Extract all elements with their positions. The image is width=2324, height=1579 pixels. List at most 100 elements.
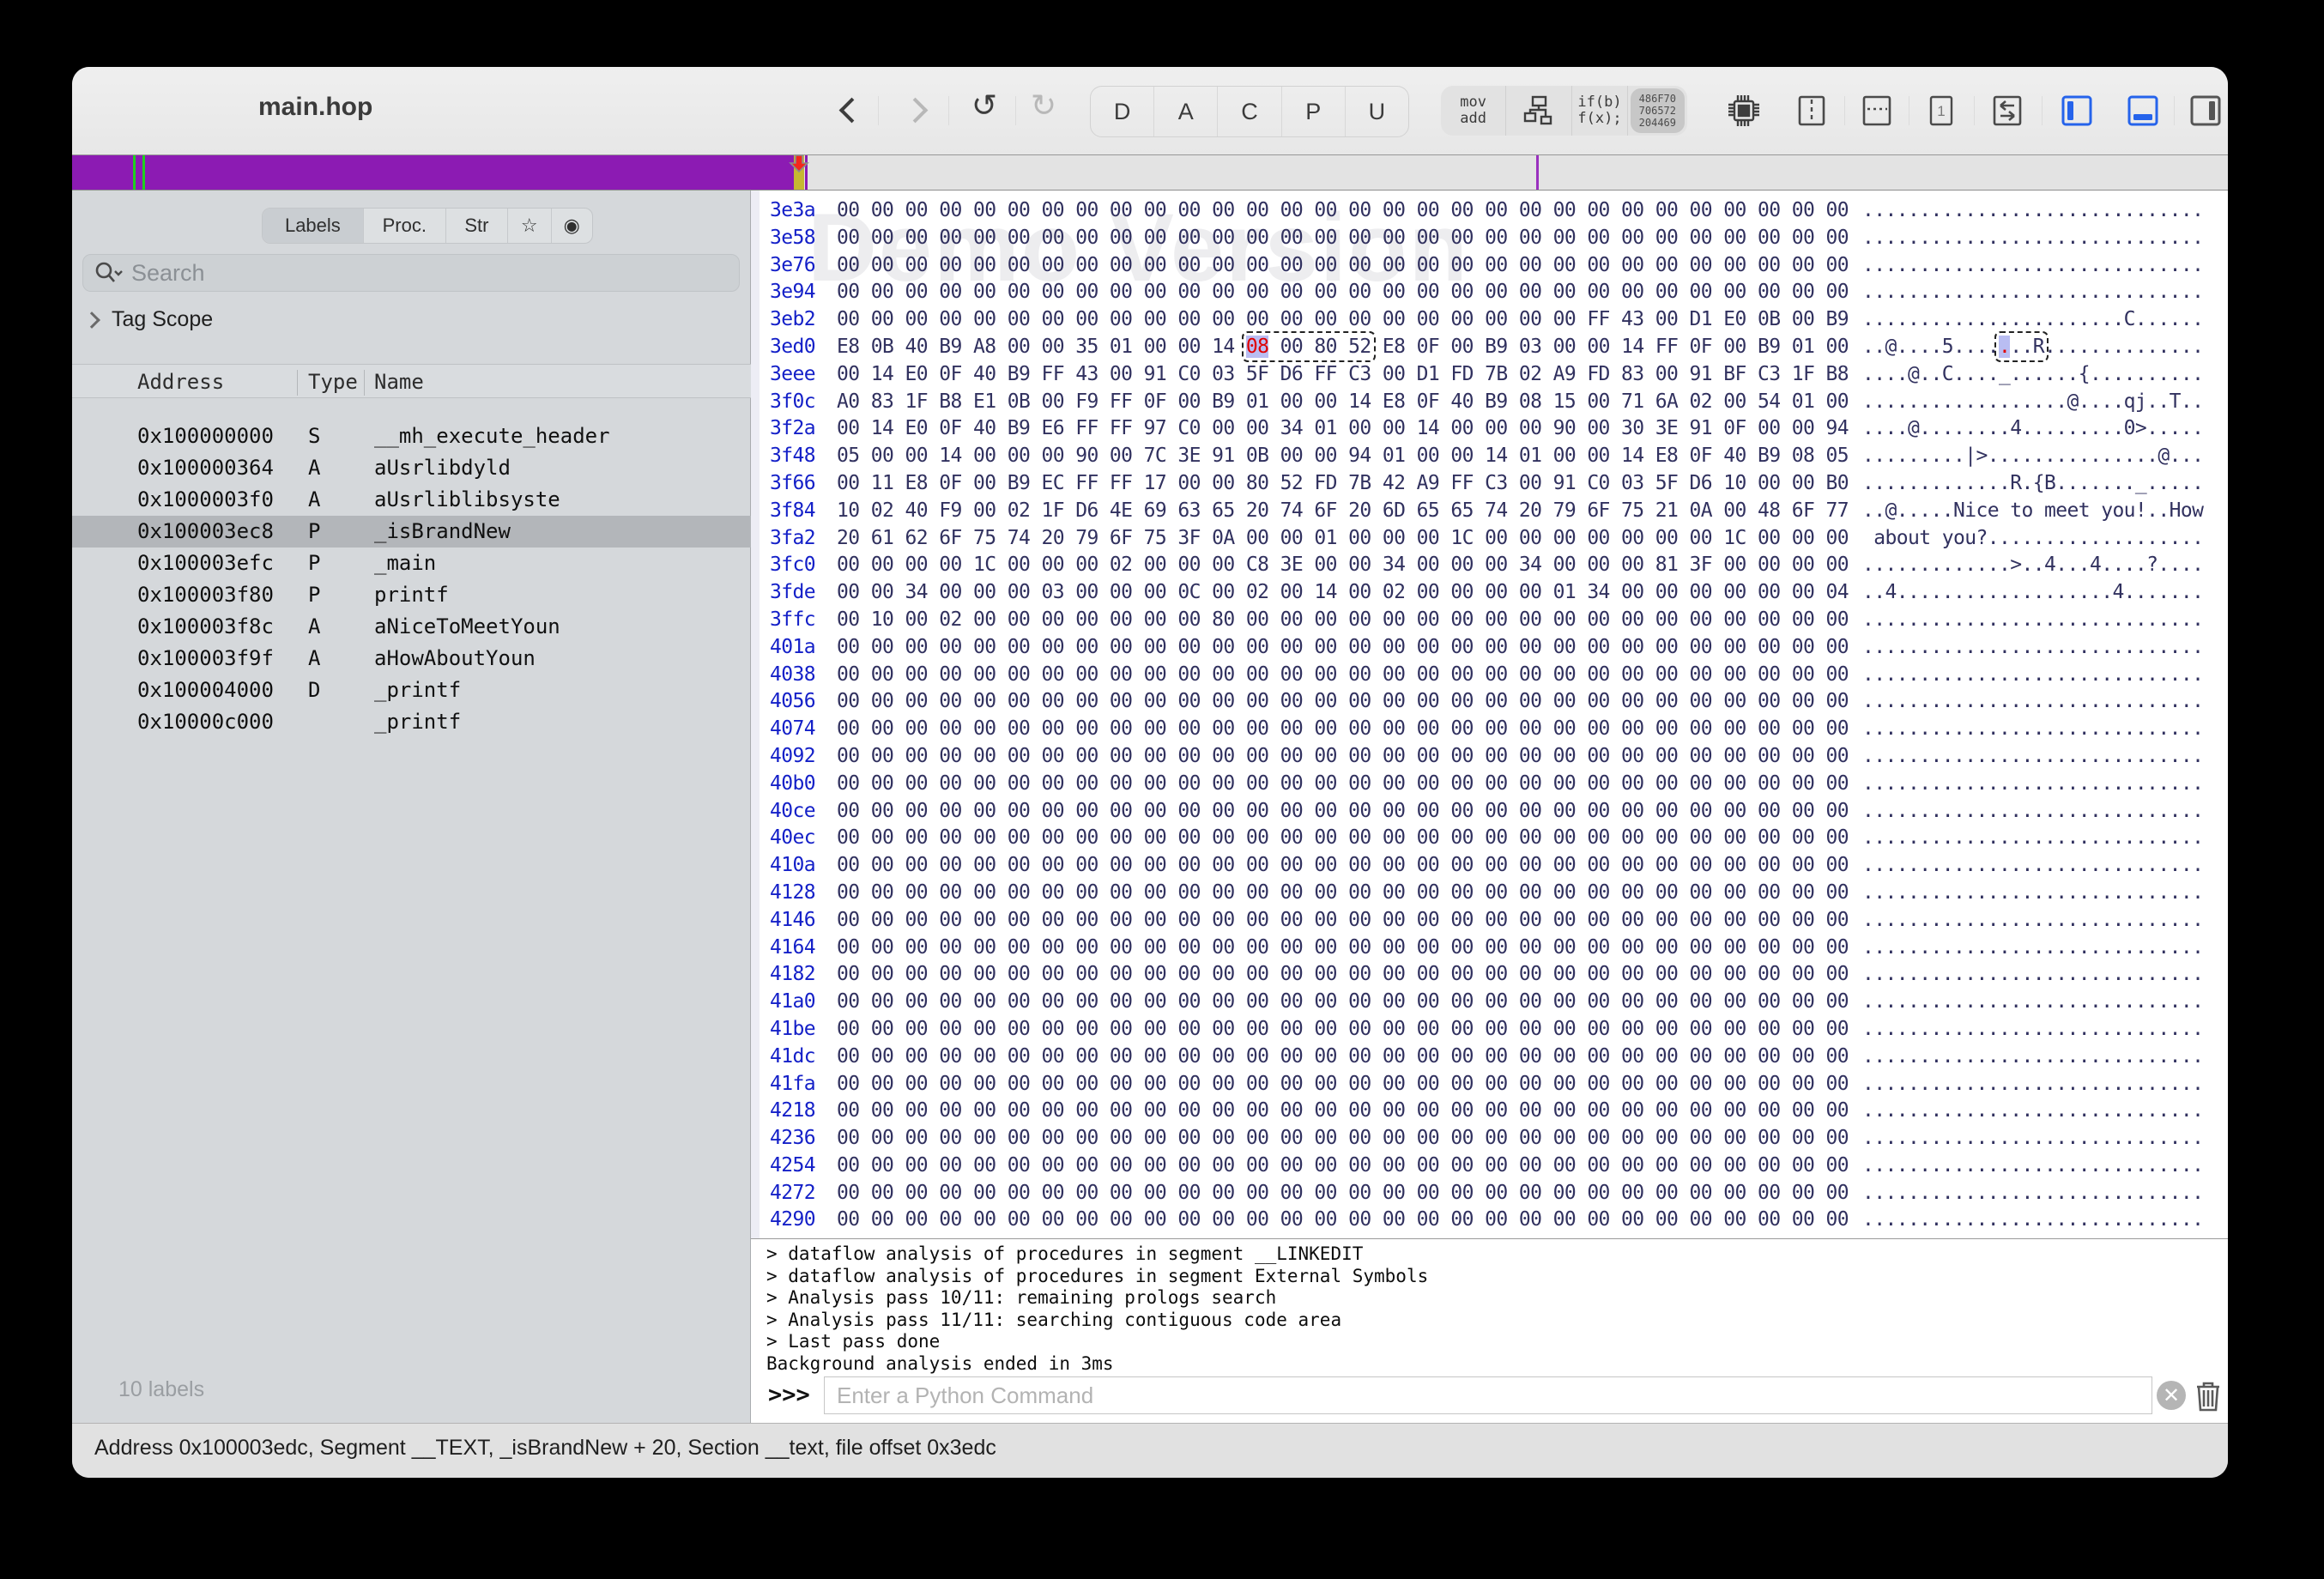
hex-row-4038[interactable]: 4038 00 00 00 00 00 00 00 00 00 00 00 00 … (751, 663, 2228, 691)
hex-row-3fde[interactable]: 3fde 00 00 34 00 00 00 03 00 00 00 0C 00 … (751, 581, 2228, 608)
hex-ascii[interactable]: .............................. (1862, 854, 2204, 876)
hex-row-3e3a[interactable]: 3e3a 00 00 00 00 00 00 00 00 00 00 00 00 … (751, 199, 2228, 227)
hex-row-3eb2[interactable]: 3eb2 00 00 00 00 00 00 00 00 00 00 00 00 … (751, 308, 2228, 336)
hex-ascii[interactable]: .............................. (1862, 963, 2204, 985)
segment-code[interactable]: C (1218, 87, 1282, 136)
hex-bytes[interactable]: 00 00 00 00 00 00 00 00 00 00 00 00 00 0… (837, 1127, 1849, 1149)
hex-ascii[interactable]: .......................C...... (1862, 308, 2204, 330)
hex-bytes[interactable]: 00 00 00 00 00 00 00 00 00 00 00 00 00 0… (837, 1018, 1849, 1040)
hex-mode-button[interactable]: 486F70 706572 204469 (1630, 88, 1685, 133)
hex-bytes[interactable]: 00 00 00 00 00 00 00 00 00 00 00 00 00 0… (837, 690, 1849, 712)
hex-bytes[interactable]: 00 00 00 00 00 00 00 00 00 00 00 00 00 0… (837, 909, 1849, 931)
hex-bytes[interactable]: 10 02 40 F9 00 02 1F D6 4E 69 63 65 20 7… (837, 499, 1849, 522)
hex-ascii[interactable]: .............................. (1862, 1182, 2204, 1204)
hex-row-3e58[interactable]: 3e58 00 00 00 00 00 00 00 00 00 00 00 00 … (751, 227, 2228, 254)
label-row-aHowAboutYoun[interactable]: 0x100003f9f AaHowAboutYoun (72, 643, 751, 675)
divider-line-icon[interactable] (1858, 92, 1896, 130)
hex-bytes[interactable]: 00 00 00 00 00 00 00 00 00 00 00 00 00 0… (837, 1073, 1849, 1095)
hex-row-3f2a[interactable]: 3f2a 00 14 E0 0F 40 B9 E6 FF FF 97 C0 00 … (751, 417, 2228, 445)
hex-bytes[interactable]: 00 00 00 00 00 00 00 00 00 00 00 00 00 0… (837, 881, 1849, 904)
hex-bytes[interactable]: 20 61 62 6F 75 74 20 79 6F 75 3F 0A 00 0… (837, 527, 1849, 549)
segment-undefined[interactable]: U (1346, 87, 1408, 136)
sidebar-tab-labels[interactable]: Labels (263, 209, 364, 243)
toggle-left-panel-icon[interactable] (2058, 92, 2096, 130)
hex-bytes[interactable]: 00 00 34 00 00 00 03 00 00 00 0C 00 02 0… (837, 581, 1849, 603)
hex-row-3eee[interactable]: 3eee 00 14 E0 0F 40 B9 FF 43 00 91 C0 03 … (751, 363, 2228, 390)
split-view-icon[interactable] (1793, 92, 1831, 130)
hex-bytes[interactable]: 00 00 00 00 00 00 00 00 00 00 00 00 00 0… (837, 254, 1849, 276)
hex-bytes[interactable]: 00 00 00 00 00 00 00 00 00 00 00 00 00 0… (837, 826, 1849, 849)
hex-ascii[interactable]: .............................. (1862, 1045, 2204, 1068)
hex-ascii[interactable]: .............R.{B......._..... (1862, 472, 2204, 494)
hex-ascii[interactable]: ..@....5.......R.............. (1862, 330, 2204, 362)
undo-icon[interactable]: ↺ (971, 88, 997, 124)
single-column-icon[interactable]: 1 (1922, 92, 1960, 130)
hex-bytes[interactable]: 00 11 E8 0F 00 B9 EC FF FF 17 00 00 80 5… (837, 472, 1849, 494)
hex-ascii[interactable]: .............................. (1862, 826, 2204, 849)
label-row-printf[interactable]: 0x100003f80 Pprintf (72, 579, 751, 611)
hex-ascii[interactable]: .............................. (1862, 636, 2204, 658)
cpu-chip-icon[interactable] (1725, 92, 1763, 130)
column-header-address[interactable]: Address (137, 370, 224, 394)
hex-row-4290[interactable]: 4290 00 00 00 00 00 00 00 00 00 00 00 00 … (751, 1208, 2228, 1236)
hex-row-4146[interactable]: 4146 00 00 00 00 00 00 00 00 00 00 00 00 … (751, 909, 2228, 936)
hex-ascii[interactable]: .............................. (1862, 1154, 2204, 1177)
trash-icon[interactable] (2191, 1378, 2225, 1414)
hex-row-4074[interactable]: 4074 00 00 00 00 00 00 00 00 00 00 00 00 … (751, 717, 2228, 745)
hex-ascii[interactable]: .............................. (1862, 690, 2204, 712)
hex-ascii[interactable]: .............................. (1862, 936, 2204, 959)
hex-bytes[interactable]: 00 00 00 00 00 00 00 00 00 00 00 00 00 0… (837, 936, 1849, 959)
hex-editor-pane[interactable]: Demo Version 3e3a 00 00 00 00 00 00 00 00… (751, 191, 2228, 1238)
hex-row-3fa2[interactable]: 3fa2 20 61 62 6F 75 74 20 79 6F 75 3F 0A … (751, 527, 2228, 554)
sidebar-tab-proc[interactable]: Proc. (364, 209, 446, 243)
hex-ascii[interactable]: .............................. (1862, 909, 2204, 931)
hex-ascii[interactable]: .............................. (1862, 800, 2204, 822)
hex-row-3e76[interactable]: 3e76 00 00 00 00 00 00 00 00 00 00 00 00 … (751, 254, 2228, 281)
hex-ascii[interactable]: .............................. (1862, 772, 2204, 795)
hex-row-3f0c[interactable]: 3f0c A0 83 1F B8 E1 0B 00 F9 FF 0F 00 B9 … (751, 390, 2228, 418)
hex-ascii[interactable]: .............................. (1862, 1127, 2204, 1149)
hex-row-4182[interactable]: 4182 00 00 00 00 00 00 00 00 00 00 00 00 … (751, 963, 2228, 990)
hex-ascii[interactable]: .............................. (1862, 881, 2204, 904)
hex-ascii[interactable]: .............................. (1862, 1099, 2204, 1122)
hex-row-3ffc[interactable]: 3ffc 00 10 00 02 00 00 00 00 00 00 00 80 … (751, 608, 2228, 636)
hex-row-40b0[interactable]: 40b0 00 00 00 00 00 00 00 00 00 00 00 00 … (751, 772, 2228, 800)
hex-ascii[interactable]: .............................. (1862, 227, 2204, 249)
forward-icon[interactable] (902, 97, 929, 124)
hex-ascii[interactable]: .............................. (1862, 199, 2204, 221)
hex-bytes[interactable]: 00 00 00 00 00 00 00 00 00 00 00 00 00 0… (837, 854, 1849, 876)
hex-ascii[interactable]: ....@..C...._......{.......... (1862, 363, 2204, 385)
hex-ascii[interactable]: .............................. (1862, 1073, 2204, 1095)
hex-ascii[interactable]: .............................. (1862, 663, 2204, 686)
hex-bytes[interactable]: 00 00 00 00 00 00 00 00 00 00 00 00 00 0… (837, 308, 1849, 330)
hex-bytes[interactable]: 00 14 E0 0F 40 B9 FF 43 00 91 C0 03 5F D… (837, 363, 1849, 385)
hex-bytes[interactable]: 00 00 00 00 00 00 00 00 00 00 00 00 00 0… (837, 772, 1849, 795)
hex-ascii[interactable]: ....@........4.........0>..... (1862, 417, 2204, 439)
hex-ascii[interactable]: about you?................... (1862, 527, 2204, 549)
assembly-mode-button[interactable]: mov add (1441, 86, 1507, 136)
hex-ascii[interactable]: .............................. (1862, 717, 2204, 740)
label-row-_printf[interactable]: 0x10000c000 _printf (72, 706, 751, 738)
hex-bytes[interactable]: 00 00 00 00 1C 00 00 00 02 00 00 00 C8 3… (837, 554, 1849, 576)
hex-bytes[interactable]: 00 00 00 00 00 00 00 00 00 00 00 00 00 0… (837, 1182, 1849, 1204)
toggle-bottom-panel-icon[interactable] (2124, 92, 2162, 130)
selected-bytes[interactable]: 08 00 80 52 (1241, 330, 1376, 362)
label-row-_main[interactable]: 0x100003efc P _main (72, 548, 751, 579)
sidebar-tab-str[interactable]: Str (446, 209, 509, 243)
hex-ascii[interactable]: .............................. (1862, 990, 2204, 1013)
selection-start-byte[interactable]: 08 (1245, 335, 1269, 358)
hex-row-4236[interactable]: 4236 00 00 00 00 00 00 00 00 00 00 00 00 … (751, 1127, 2228, 1154)
hex-row-3ed0[interactable]: 3ed0 E8 0B 40 B9 A8 00 00 35 01 00 00 14 … (751, 330, 2228, 363)
segment-procedure[interactable]: P (1282, 87, 1346, 136)
tag-scope-disclosure[interactable]: Tag Scope (83, 307, 213, 332)
label-row-aNiceToMeetYoun[interactable]: 0x100003f8c AaNiceToMeetYoun (72, 611, 751, 643)
column-header-type[interactable]: Type (308, 370, 358, 394)
hex-bytes[interactable]: 00 00 00 00 00 00 00 00 00 00 00 00 00 0… (837, 990, 1849, 1013)
hex-bytes[interactable]: 00 00 00 00 00 00 00 00 00 00 00 00 00 0… (837, 1099, 1849, 1122)
hex-row-401a[interactable]: 401a 00 00 00 00 00 00 00 00 00 00 00 00 … (751, 636, 2228, 663)
label-row-_printf[interactable]: 0x100004000 D _printf (72, 675, 751, 706)
hex-ascii[interactable]: ..................@....qj..T.. (1862, 390, 2204, 413)
toggle-right-panel-icon[interactable] (2187, 92, 2224, 130)
hex-ascii[interactable]: ..@.....Nice to meet you!..How (1862, 499, 2204, 522)
hex-row-4164[interactable]: 4164 00 00 00 00 00 00 00 00 00 00 00 00 … (751, 936, 2228, 964)
